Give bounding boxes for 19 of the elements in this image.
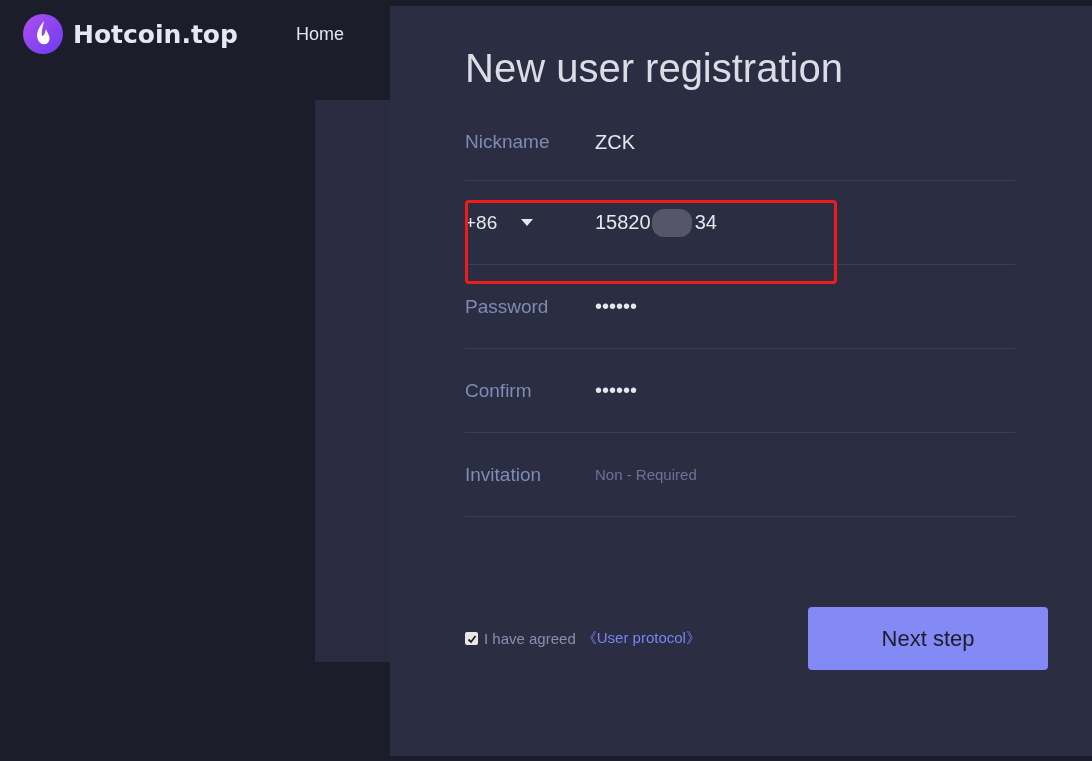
input-field[interactable]: •••••• xyxy=(595,379,637,402)
dialog-title: New user registration xyxy=(465,46,844,91)
field-label: Password xyxy=(465,295,550,318)
field-label: Confirm xyxy=(465,379,533,402)
protocol-link[interactable]: 《User protocol》 xyxy=(581,629,701,648)
input-field[interactable]: Non - Required xyxy=(595,466,795,483)
input-field[interactable]: •••••• xyxy=(595,295,637,318)
input-field[interactable]: ZCK xyxy=(595,131,635,154)
country-code-dropdown[interactable]: +86 xyxy=(465,211,595,234)
checkbox[interactable] xyxy=(465,632,478,645)
next-step-button[interactable]: Next step xyxy=(808,607,1048,670)
brand-name: Hotcoin.top xyxy=(73,19,238,49)
phone-field[interactable]: 15820 34 xyxy=(595,208,717,237)
nav-link[interactable]: Home xyxy=(295,23,344,45)
agreement-text: I have agreed xyxy=(484,630,576,647)
field-label: Invitation xyxy=(465,463,543,486)
flame-logo-icon xyxy=(23,14,63,54)
caret-icon xyxy=(521,219,534,226)
field-label: Nickname xyxy=(465,131,551,153)
